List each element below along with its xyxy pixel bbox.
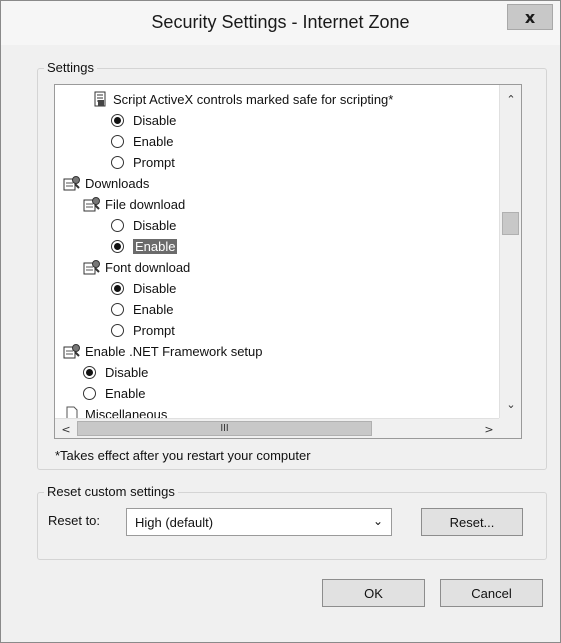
radio-button[interactable] xyxy=(111,282,124,295)
setting-label: Font download xyxy=(105,260,191,275)
setting-label: Enable xyxy=(105,386,146,401)
radio-option-enable[interactable]: Enable xyxy=(83,383,145,404)
setting-label: Enable xyxy=(133,239,178,254)
cancel-button[interactable]: Cancel xyxy=(440,579,543,607)
reset-level-value: High (default) xyxy=(135,514,214,530)
radio-option-disable[interactable]: Disable xyxy=(111,215,176,236)
radio-option-enable[interactable]: Enable xyxy=(111,236,178,257)
scroll-down-button[interactable]: ⌄ xyxy=(500,394,521,414)
title-bar: Security Settings - Internet Zone x xyxy=(1,1,560,45)
security-settings-dialog: Security Settings - Internet Zone x Sett… xyxy=(0,0,561,643)
scroll-right-button[interactable]: > xyxy=(478,419,500,438)
settings-icon xyxy=(63,343,81,360)
radio-option-disable[interactable]: Disable xyxy=(111,110,176,131)
scrollbar-corner xyxy=(499,418,521,438)
restart-note: *Takes effect after you restart your com… xyxy=(55,448,311,463)
settings-list[interactable]: Script ActiveX controls marked safe for … xyxy=(54,84,522,439)
setting-label: File download xyxy=(105,197,186,212)
reset-group-label: Reset custom settings xyxy=(44,484,178,499)
setting-label: Prompt xyxy=(133,323,175,338)
setting-item: File download xyxy=(83,194,185,215)
scroll-up-button[interactable]: ⌃ xyxy=(500,89,521,109)
setting-label: Downloads xyxy=(85,176,150,191)
ok-button[interactable]: OK xyxy=(322,579,425,607)
vertical-scrollbar[interactable]: ⌃ ⌄ xyxy=(499,85,521,418)
radio-button[interactable] xyxy=(111,135,124,148)
radio-button[interactable] xyxy=(111,114,124,127)
settings-icon xyxy=(83,259,101,276)
setting-category: Downloads xyxy=(63,173,149,194)
reset-level-select[interactable]: High (default) ⌄ xyxy=(126,508,392,536)
settings-icon xyxy=(83,196,101,213)
radio-button[interactable] xyxy=(111,240,124,253)
setting-label: Script ActiveX controls marked safe for … xyxy=(113,92,394,107)
radio-option-prompt[interactable]: Prompt xyxy=(111,152,175,173)
radio-option-enable[interactable]: Enable xyxy=(111,131,173,152)
radio-button[interactable] xyxy=(111,324,124,337)
settings-icon xyxy=(63,175,81,192)
scroll-left-button[interactable]: < xyxy=(55,419,77,438)
radio-option-prompt[interactable]: Prompt xyxy=(111,320,175,341)
vertical-scroll-thumb[interactable] xyxy=(502,212,519,235)
radio-button[interactable] xyxy=(111,156,124,169)
setting-label: Disable xyxy=(133,218,177,233)
setting-category: Enable .NET Framework setup xyxy=(63,341,263,362)
radio-option-disable[interactable]: Disable xyxy=(111,278,176,299)
setting-label: Disable xyxy=(133,113,177,128)
horizontal-scroll-thumb[interactable]: III xyxy=(77,421,372,436)
setting-label: Disable xyxy=(133,281,177,296)
radio-button[interactable] xyxy=(83,366,96,379)
settings-list-content: Script ActiveX controls marked safe for … xyxy=(55,85,500,418)
setting-category: Miscellaneous xyxy=(63,404,167,418)
script-icon xyxy=(91,91,109,108)
radio-option-disable[interactable]: Disable xyxy=(83,362,148,383)
setting-label: Miscellaneous xyxy=(85,407,168,418)
setting-item: Script ActiveX controls marked safe for … xyxy=(91,89,393,110)
radio-option-enable[interactable]: Enable xyxy=(111,299,173,320)
radio-button[interactable] xyxy=(111,219,124,232)
document-icon xyxy=(63,406,81,418)
setting-label: Enable xyxy=(133,302,174,317)
setting-item: Font download xyxy=(83,257,190,278)
reset-button[interactable]: Reset... xyxy=(421,508,523,536)
horizontal-scrollbar[interactable]: < III > xyxy=(55,418,500,438)
chevron-down-icon: ⌄ xyxy=(372,514,383,528)
dialog-title: Security Settings - Internet Zone xyxy=(151,12,410,32)
setting-label: Enable .NET Framework setup xyxy=(85,344,263,359)
setting-label: Disable xyxy=(105,365,149,380)
close-button[interactable]: x xyxy=(507,4,553,30)
radio-button[interactable] xyxy=(83,387,96,400)
setting-label: Prompt xyxy=(133,155,175,170)
radio-button[interactable] xyxy=(111,303,124,316)
settings-group-label: Settings xyxy=(44,60,97,75)
reset-to-label: Reset to: xyxy=(48,513,101,528)
setting-label: Enable xyxy=(133,134,174,149)
